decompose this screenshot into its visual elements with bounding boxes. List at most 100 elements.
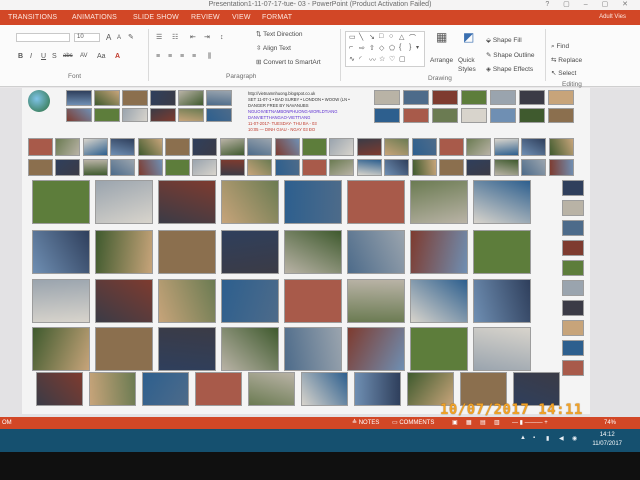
photo-thumbnail[interactable] — [490, 90, 516, 105]
photo-thumbnail[interactable] — [562, 240, 584, 256]
photo-thumbnail[interactable] — [432, 108, 458, 123]
photo-thumbnail[interactable] — [548, 90, 574, 105]
photo-thumbnail[interactable] — [407, 372, 454, 406]
tab-review[interactable]: REVIEW — [191, 10, 220, 25]
photo-thumbnail[interactable] — [247, 138, 273, 156]
photo-thumbnail[interactable] — [347, 230, 405, 274]
align-text-button[interactable]: ⇳ Align Text — [256, 44, 291, 53]
photo-thumbnail[interactable] — [302, 138, 327, 156]
photo-thumbnail[interactable] — [178, 90, 204, 106]
photo-thumbnail[interactable] — [89, 372, 136, 406]
photo-thumbnail[interactable] — [562, 320, 584, 336]
photo-thumbnail[interactable] — [284, 180, 342, 224]
photo-thumbnail[interactable] — [347, 180, 405, 224]
photo-thumbnail[interactable] — [122, 108, 148, 122]
align-right-icon[interactable]: ≡ — [180, 52, 184, 61]
photo-thumbnail[interactable] — [122, 90, 148, 106]
photo-thumbnail[interactable] — [461, 108, 487, 123]
shadow-button[interactable]: S — [52, 52, 57, 61]
align-center-icon[interactable]: ≡ — [168, 52, 172, 61]
shape-effects-button[interactable]: ◈ Shape Effects — [486, 65, 533, 74]
photo-thumbnail[interactable] — [521, 138, 547, 156]
photo-thumbnail[interactable] — [521, 159, 547, 176]
photo-thumbnail[interactable] — [94, 108, 120, 122]
photo-thumbnail[interactable] — [410, 230, 468, 274]
photo-thumbnail[interactable] — [55, 138, 81, 156]
photo-thumbnail[interactable] — [221, 279, 279, 323]
bold-button[interactable]: B — [18, 52, 23, 61]
notes-button[interactable]: ≜ NOTES — [352, 417, 379, 429]
photo-thumbnail[interactable] — [473, 279, 531, 323]
photo-thumbnail[interactable] — [384, 159, 410, 176]
photo-thumbnail[interactable] — [274, 159, 300, 176]
italic-button[interactable]: I — [30, 52, 32, 61]
photo-thumbnail[interactable] — [548, 159, 574, 176]
photo-thumbnail[interactable] — [95, 180, 153, 224]
photo-thumbnail[interactable] — [137, 159, 163, 176]
photo-thumbnail[interactable] — [548, 138, 574, 156]
photo-thumbnail[interactable] — [150, 108, 176, 122]
photo-thumbnail[interactable] — [562, 220, 584, 236]
notification-icon[interactable]: ◉ — [572, 435, 577, 442]
photo-thumbnail[interactable] — [158, 279, 216, 323]
underline-button[interactable]: U — [41, 52, 46, 61]
photo-thumbnail[interactable] — [519, 108, 545, 123]
photo-thumbnail[interactable] — [562, 260, 584, 276]
line-spacing-icon[interactable]: ↕ — [220, 33, 224, 42]
photo-thumbnail[interactable] — [562, 300, 584, 316]
photo-thumbnail[interactable] — [158, 180, 216, 224]
photo-thumbnail[interactable] — [110, 159, 136, 176]
photo-thumbnail[interactable] — [82, 138, 108, 156]
photo-thumbnail[interactable] — [329, 138, 355, 156]
photo-thumbnail[interactable] — [347, 279, 405, 323]
photo-thumbnail[interactable] — [403, 90, 429, 105]
photo-thumbnail[interactable] — [493, 138, 519, 156]
photo-thumbnail[interactable] — [32, 180, 90, 224]
tab-animations[interactable]: ANIMATIONS — [72, 10, 117, 25]
photo-thumbnail[interactable] — [219, 138, 245, 156]
tab-view[interactable]: VIEW — [232, 10, 251, 25]
convert-smartart-button[interactable]: ⊞ Convert to SmartArt — [256, 58, 321, 67]
columns-icon[interactable]: ⫼ — [208, 52, 211, 61]
photo-thumbnail[interactable] — [137, 138, 163, 156]
bullets-icon[interactable]: ☰ — [156, 33, 162, 42]
tab-transitions[interactable]: TRANSITIONS — [8, 10, 57, 25]
photo-thumbnail[interactable] — [66, 90, 92, 106]
photo-thumbnail[interactable] — [158, 230, 216, 274]
photo-thumbnail[interactable] — [95, 327, 153, 371]
photo-thumbnail[interactable] — [562, 180, 584, 196]
photo-thumbnail[interactable] — [439, 159, 464, 176]
photo-thumbnail[interactable] — [384, 138, 410, 156]
photo-thumbnail[interactable] — [221, 180, 279, 224]
photo-thumbnail[interactable] — [410, 279, 468, 323]
photo-thumbnail[interactable] — [356, 159, 382, 176]
tab-slide-show[interactable]: SLIDE SHOW — [133, 10, 179, 25]
photo-thumbnail[interactable] — [82, 159, 108, 176]
photo-thumbnail[interactable] — [473, 230, 531, 274]
photo-thumbnail[interactable] — [354, 372, 401, 406]
photo-thumbnail[interactable] — [411, 138, 437, 156]
photo-thumbnail[interactable] — [158, 327, 216, 371]
photo-thumbnail[interactable] — [410, 327, 468, 371]
shape-fill-button[interactable]: ⬙ Shape Fill — [486, 36, 522, 45]
photo-thumbnail[interactable] — [513, 372, 560, 406]
photo-thumbnail[interactable] — [439, 138, 464, 156]
photo-thumbnail[interactable] — [403, 108, 429, 123]
photo-thumbnail[interactable] — [32, 327, 90, 371]
normal-view-icon[interactable]: ▣ — [452, 417, 458, 429]
photo-thumbnail[interactable] — [110, 138, 136, 156]
volume-icon[interactable]: ◀ — [559, 435, 564, 442]
grow-font-icon[interactable]: A — [106, 33, 111, 42]
photo-thumbnail[interactable] — [562, 280, 584, 296]
photo-thumbnail[interactable] — [466, 159, 492, 176]
photo-thumbnail[interactable] — [142, 372, 189, 406]
photo-thumbnail[interactable] — [490, 108, 516, 123]
photo-thumbnail[interactable] — [195, 372, 242, 406]
photo-thumbnail[interactable] — [562, 360, 584, 376]
tray-app-icon[interactable]: ▪ — [533, 435, 535, 441]
photo-thumbnail[interactable] — [32, 230, 90, 274]
shapes-gallery[interactable]: ▭ ╲ ↘ □ ○ △ ⌒ ⌐ ⇨ ⇧ ◇ ⬠ { } ∿ ◜ 〰 ☆ ♡ ▢ … — [345, 31, 425, 67]
photo-thumbnail[interactable] — [94, 90, 120, 106]
account-user[interactable]: Adult Vies — [599, 10, 626, 25]
photo-thumbnail[interactable] — [165, 138, 190, 156]
